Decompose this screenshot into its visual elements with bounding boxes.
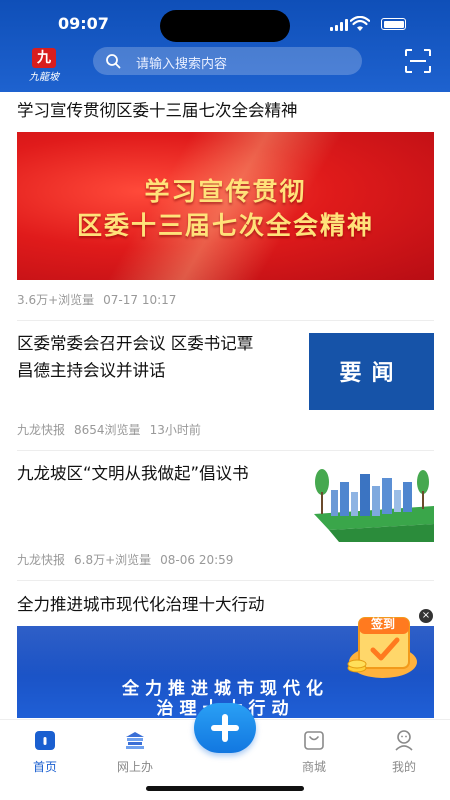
add-button[interactable] [194,703,256,753]
title-line: 昌德主持会议并讲话 [17,361,166,380]
logo-mark: 九 [32,48,56,68]
status-time: 09:07 [58,14,109,33]
battery-icon [381,18,406,30]
article-thumbnail[interactable] [309,462,434,542]
signin-label: 签到 [370,617,395,631]
app-header: 09:07 九 九龍坡 请输入搜索内容 [0,0,450,92]
cellular-signal-icon [330,19,348,31]
tab-label: 我的 [391,760,416,774]
tab-profile[interactable]: 我的 [374,728,434,775]
title-line: 区委常委会召开会议 区委书记覃 [17,334,254,353]
divider [17,320,434,321]
divider [17,580,434,581]
dynamic-island [160,10,290,42]
article-title[interactable]: 全力推进城市现代化治理十大行动 [17,591,265,618]
tab-label: 首页 [32,760,57,774]
profile-icon [395,730,413,751]
search-bar[interactable]: 请输入搜索内容 [93,47,362,75]
thumbnail-text: 要闻 [339,360,404,386]
article-thumbnail[interactable]: 要闻 [309,333,434,410]
search-icon [106,54,121,69]
article-title[interactable]: 区委常委会召开会议 区委书记覃 昌德主持会议并讲话 [17,330,302,384]
app-logo[interactable]: 九 九龍坡 [22,48,66,83]
wifi-icon [350,16,370,31]
article-meta: 九龙快报 6.8万+浏览量 08-06 20:59 [17,551,242,568]
tab-home[interactable]: 首页 [15,728,75,775]
scan-icon[interactable] [405,49,431,73]
mall-icon [304,731,324,750]
home-icon [35,731,55,750]
banner-text-line: 区委十三届七次全会精神 [76,211,374,240]
tab-mall[interactable]: 商城 [284,728,344,775]
article-meta: 九龙快报 8654浏览量 13小时前 [17,421,210,438]
view-count: 6.8万+浏览量 [74,553,152,567]
logo-text: 九龍坡 [29,72,59,83]
source: 九龙快报 [17,423,66,437]
search-placeholder: 请输入搜索内容 [136,57,228,72]
online-service-icon [126,732,144,749]
banner-text-line: 学习宣传贯彻 [144,177,307,206]
tab-online-service[interactable]: 网上办 [105,728,165,775]
article-meta: 3.6万+浏览量 07-17 10:17 [17,291,185,308]
view-count: 8654浏览量 [74,423,141,437]
article-banner-image[interactable]: 学习宣传贯彻 区委十三届七次全会精神 [17,132,434,280]
tab-label: 网上办 [116,760,153,774]
close-icon[interactable]: × [419,609,433,623]
divider [17,450,434,451]
publish-time: 07-17 10:17 [103,293,177,307]
tab-label: 商城 [301,760,326,774]
home-indicator [146,786,304,791]
view-count: 3.6万+浏览量 [17,293,95,307]
source: 九龙快报 [17,553,66,567]
status-bar: 09:07 [0,0,450,46]
publish-time: 13小时前 [149,423,201,437]
article-title[interactable]: 九龙坡区“文明从我做起”倡议书 [17,460,302,487]
article-title[interactable]: 学习宣传贯彻区委十三届七次全会精神 [17,97,298,124]
publish-time: 08-06 20:59 [160,553,234,567]
